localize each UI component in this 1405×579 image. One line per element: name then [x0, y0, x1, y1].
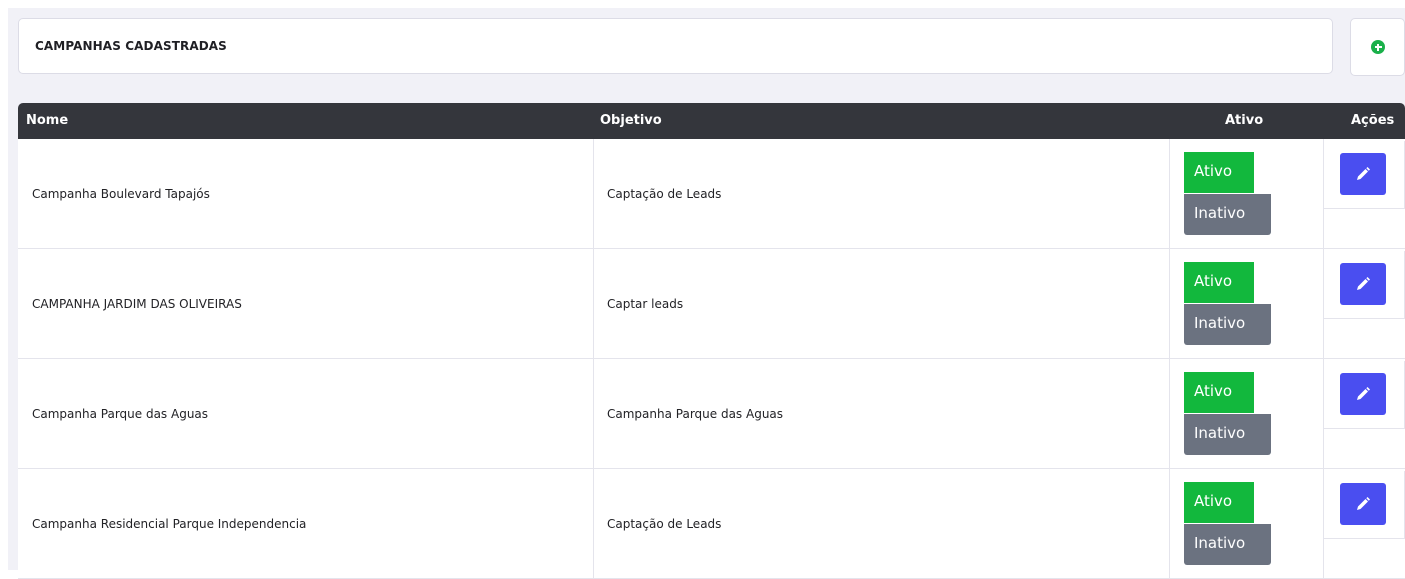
edit-button[interactable] — [1340, 153, 1386, 195]
campaign-name: CAMPANHA JARDIM DAS OLIVEIRAS — [32, 297, 242, 311]
table-row: Campanha Parque das Aguas Campanha Parqu… — [18, 359, 1405, 469]
actions-cell — [1324, 141, 1405, 209]
edit-button[interactable] — [1340, 483, 1386, 525]
campaigns-table: Nome Objetivo Ativo Ações Campanha Boule… — [18, 103, 1405, 579]
cell-divider — [1169, 359, 1170, 469]
table-header: Nome Objetivo Ativo Ações — [18, 103, 1405, 139]
column-header-acoes: Ações — [1351, 113, 1395, 128]
ativo-button[interactable]: Ativo — [1184, 262, 1254, 303]
actions-cell — [1324, 251, 1405, 319]
cell-divider — [593, 469, 594, 579]
table-row: CAMPANHA JARDIM DAS OLIVEIRAS Captar lea… — [18, 249, 1405, 359]
page-title: CAMPANHAS CADASTRADAS — [35, 39, 227, 53]
inativo-button[interactable]: Inativo — [1184, 414, 1271, 455]
column-header-nome: Nome — [26, 113, 69, 128]
pencil-icon — [1357, 387, 1370, 400]
column-header-ativo: Ativo — [1225, 113, 1264, 128]
pencil-icon — [1357, 167, 1370, 180]
actions-cell — [1324, 361, 1405, 429]
inativo-button[interactable]: Inativo — [1184, 194, 1271, 235]
ativo-button[interactable]: Ativo — [1184, 152, 1254, 193]
campaign-objective: Campanha Parque das Aguas — [607, 407, 784, 421]
inativo-button[interactable]: Inativo — [1184, 524, 1271, 565]
inativo-button[interactable]: Inativo — [1184, 304, 1271, 345]
cell-divider — [1169, 139, 1170, 249]
edit-button[interactable] — [1340, 373, 1386, 415]
cell-divider — [593, 249, 594, 359]
cell-divider — [593, 139, 594, 249]
column-header-objetivo: Objetivo — [600, 113, 662, 128]
cell-divider — [1169, 249, 1170, 359]
cell-divider — [593, 359, 594, 469]
table-row: Campanha Residencial Parque Independenci… — [18, 469, 1405, 579]
campaign-objective: Captar leads — [607, 297, 684, 311]
actions-cell — [1324, 471, 1405, 539]
edit-button[interactable] — [1340, 263, 1386, 305]
pencil-icon — [1357, 497, 1370, 510]
campaign-name: Campanha Residencial Parque Independenci… — [32, 517, 307, 531]
plus-circle-icon — [1371, 40, 1385, 54]
cell-divider — [1169, 469, 1170, 579]
campaign-objective: Captação de Leads — [607, 187, 722, 201]
campaign-objective: Captação de Leads — [607, 517, 722, 531]
title-card: CAMPANHAS CADASTRADAS — [18, 18, 1333, 74]
add-campaign-button[interactable] — [1350, 18, 1405, 76]
ativo-button[interactable]: Ativo — [1184, 482, 1254, 523]
page: CAMPANHAS CADASTRADAS Nome Objetivo Ativ… — [8, 8, 1405, 579]
table-row: Campanha Boulevard Tapajós Captação de L… — [18, 139, 1405, 249]
ativo-button[interactable]: Ativo — [1184, 372, 1254, 413]
pencil-icon — [1357, 277, 1370, 290]
campaign-name: Campanha Boulevard Tapajós — [32, 187, 210, 201]
campaign-name: Campanha Parque das Aguas — [32, 407, 209, 421]
